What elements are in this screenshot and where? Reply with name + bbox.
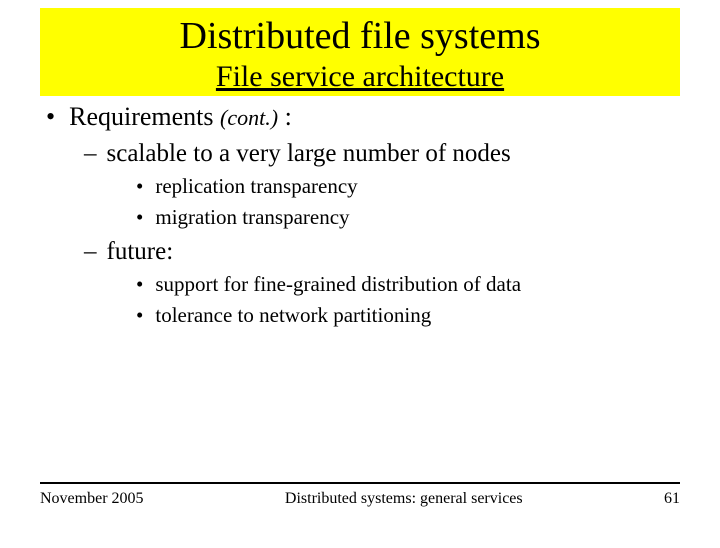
b3-text: tolerance to network partitioning [155,303,431,328]
footer-page: 61 [664,490,680,508]
b1-colon: : [278,102,292,131]
bullet-level3: • support for fine-grained distribution … [136,272,680,297]
b3-text: replication transparency [155,174,357,199]
bullet-dot-icon: • [46,102,55,132]
bullet-level3: • replication transparency [136,174,680,199]
bullet-level3: • tolerance to network partitioning [136,303,680,328]
bullet-level2: – scalable to a very large number of nod… [84,140,680,168]
b1-text: Requirements (cont.) : [69,102,292,132]
footer: November 2005 Distributed systems: gener… [40,482,680,508]
dash-icon: – [84,238,97,266]
bullet-dot-icon: • [136,205,143,230]
bullet-dot-icon: • [136,303,143,328]
footer-center: Distributed systems: general services [144,490,664,508]
bullet-level2: – future: [84,238,680,266]
b2-text: future: [107,238,174,266]
b2-text: scalable to a very large number of nodes [107,140,511,168]
dash-icon: – [84,140,97,168]
bullet-level3: • migration transparency [136,205,680,230]
bullet-dot-icon: • [136,174,143,199]
title-block: Distributed file systems File service ar… [40,8,680,96]
b3-text: support for fine-grained distribution of… [155,272,521,297]
slide-subtitle: File service architecture [40,60,680,94]
b3-text: migration transparency [155,205,349,230]
slide-title: Distributed file systems [40,14,680,58]
bullet-dot-icon: • [136,272,143,297]
footer-row: November 2005 Distributed systems: gener… [40,490,680,508]
slide: Distributed file systems File service ar… [0,8,720,548]
b1-note: (cont.) [220,105,278,130]
footer-date: November 2005 [40,490,144,508]
content-area: • Requirements (cont.) : – scalable to a… [0,96,720,328]
bullet-level1: • Requirements (cont.) : [46,102,680,132]
b1-label: Requirements [69,102,213,131]
footer-divider [40,482,680,484]
